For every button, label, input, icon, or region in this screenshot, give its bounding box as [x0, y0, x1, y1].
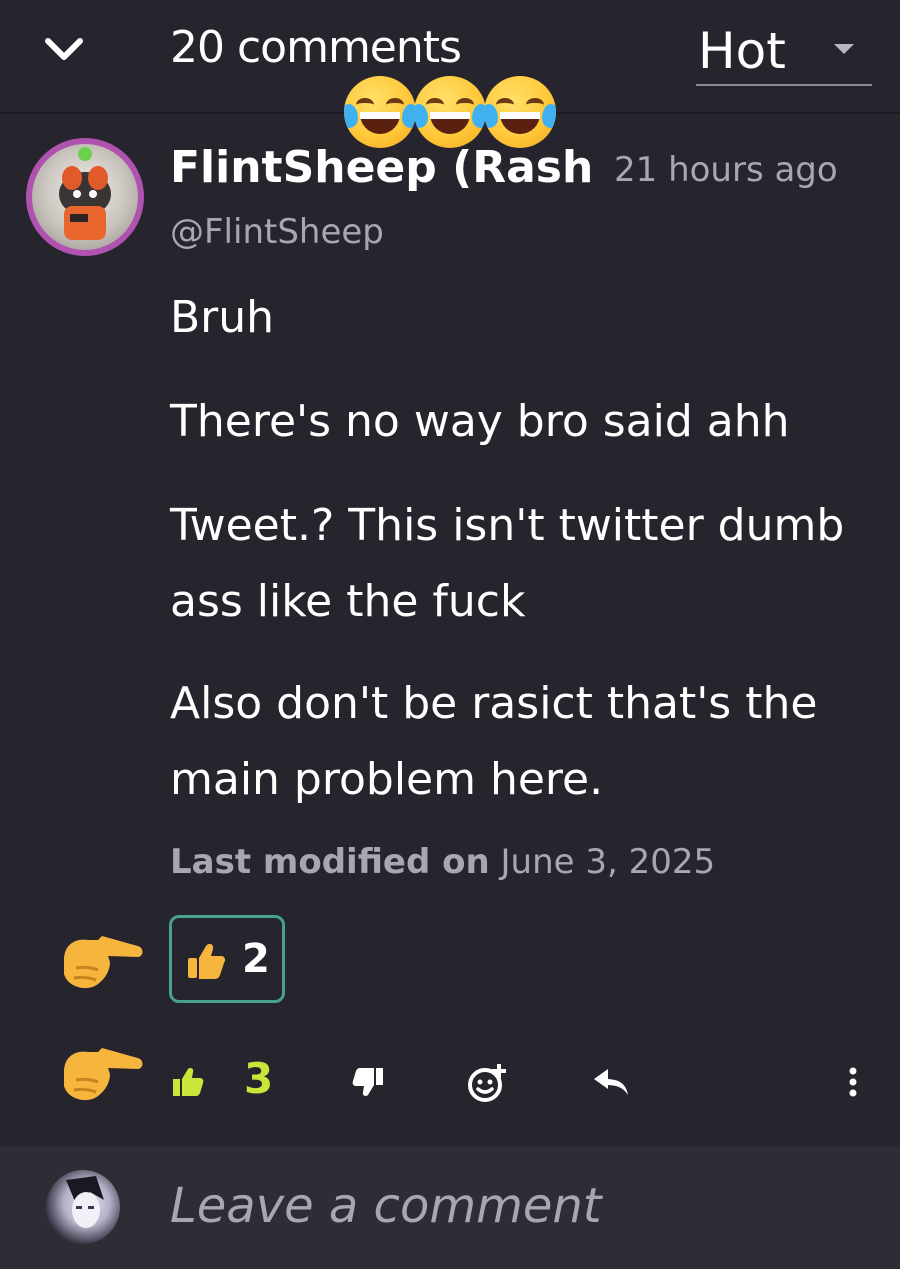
- laughing-emoji-icon: [414, 76, 486, 148]
- comment-paragraph: Also don't be rasict that's the main pro…: [170, 678, 818, 805]
- sort-dropdown[interactable]: Hot: [696, 16, 872, 86]
- more-vertical-icon: [849, 1067, 857, 1097]
- laughing-emoji-icon: [344, 76, 416, 148]
- user-avatar-illustration: [66, 1176, 104, 1228]
- reaction-count: 2: [242, 936, 270, 982]
- dislike-button[interactable]: [348, 1062, 388, 1102]
- comment-input[interactable]: [170, 1174, 870, 1238]
- comment-paragraph: Tweet.? This isn't twitter dumb ass like…: [170, 500, 845, 627]
- laughing-emoji-icon: [484, 76, 556, 148]
- reply-button[interactable]: [590, 1062, 632, 1102]
- add-emoji-icon: [468, 1064, 506, 1102]
- last-modified-label: Last modified on: [170, 842, 490, 882]
- thumbs-down-icon: [352, 1068, 383, 1096]
- caret-down-icon: [834, 44, 854, 54]
- pointing-hand-emoji-icon: [64, 936, 143, 989]
- pointing-hand-emoji-icon: [64, 1048, 143, 1101]
- avatar-illustration: [59, 147, 111, 240]
- more-options-button[interactable]: [838, 1060, 868, 1104]
- collapse-button[interactable]: [38, 28, 90, 72]
- chevron-down-icon: [45, 38, 83, 60]
- comment-count: 20 comments: [170, 22, 462, 73]
- comment-composer: [0, 1146, 900, 1269]
- comment-timestamp: 21 hours ago: [614, 150, 838, 190]
- last-modified: Last modified on June 3, 2025: [170, 842, 715, 882]
- add-reaction-button[interactable]: [464, 1060, 510, 1106]
- thumbs-up-icon: [173, 1068, 204, 1096]
- like-count: 3: [244, 1054, 274, 1103]
- thumbs-up-emoji-icon: [188, 943, 225, 979]
- last-modified-date: June 3, 2025: [500, 842, 716, 882]
- reaction-chip[interactable]: 2: [169, 915, 285, 1003]
- author-name[interactable]: FlintSheep (Rash: [170, 142, 596, 202]
- reply-arrow-icon: [594, 1069, 628, 1095]
- sort-label: Hot: [698, 22, 786, 80]
- comment-paragraph: There's no way bro said ahh: [170, 396, 790, 447]
- like-button[interactable]: [168, 1062, 208, 1102]
- comment-paragraph: Bruh: [170, 292, 275, 343]
- current-user-avatar: [46, 1170, 120, 1244]
- author-handle[interactable]: @FlintSheep: [170, 212, 384, 252]
- author-avatar[interactable]: [26, 138, 144, 256]
